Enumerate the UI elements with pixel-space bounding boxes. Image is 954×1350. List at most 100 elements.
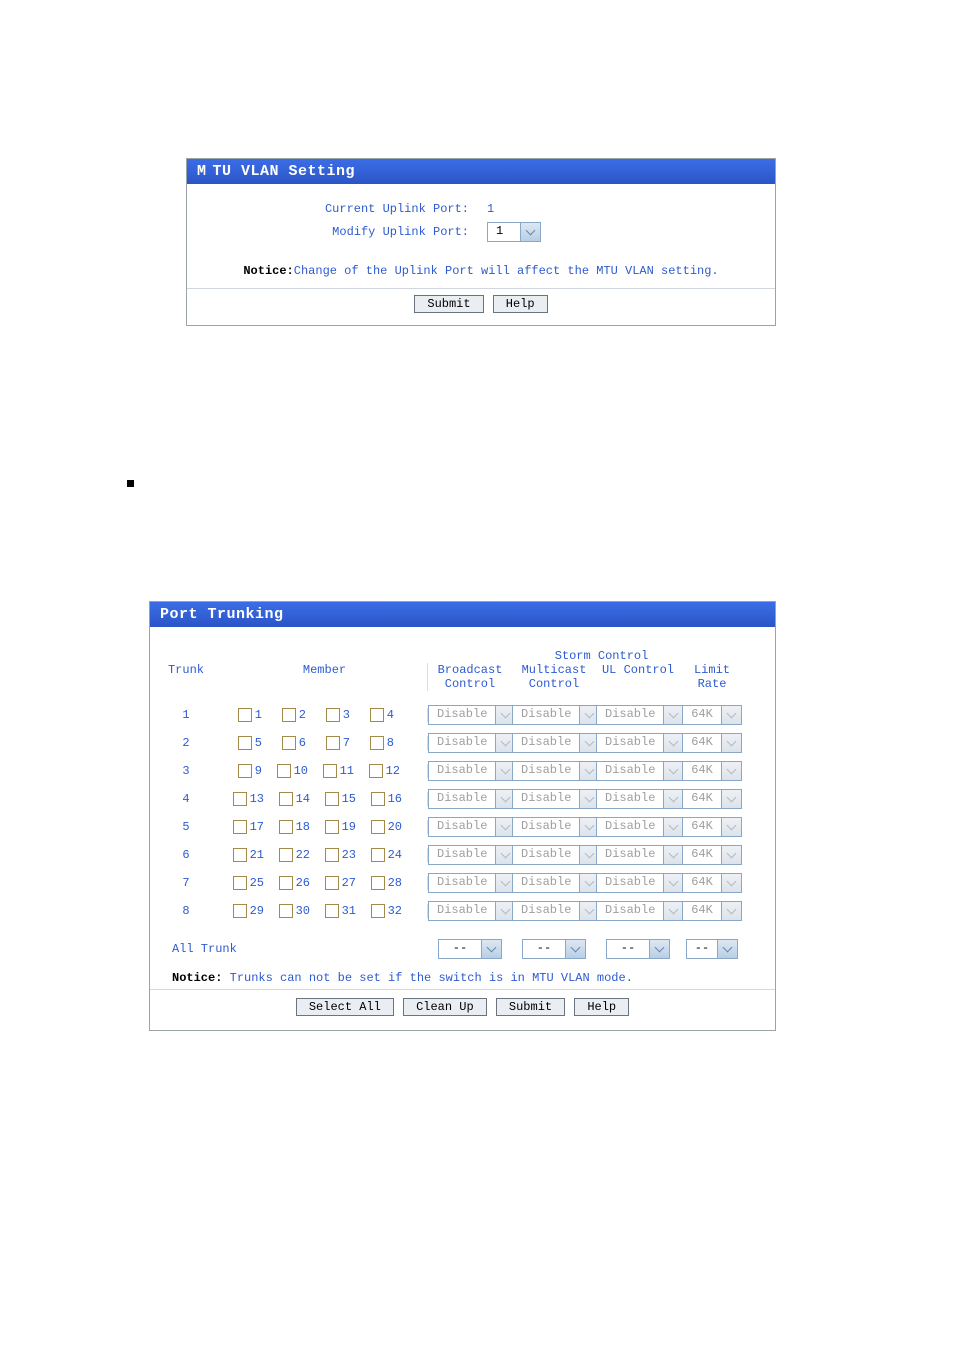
ul-select[interactable]: Disable — [596, 789, 684, 809]
limit-rate-select[interactable]: 64K — [682, 789, 742, 809]
member-port: 8 — [356, 736, 394, 750]
member-port: 27 — [316, 876, 356, 890]
broadcast-select[interactable]: Disable — [428, 901, 516, 921]
port-checkbox[interactable] — [370, 708, 384, 722]
broadcast-select[interactable]: Disable — [428, 845, 516, 865]
multicast-select[interactable]: Disable — [512, 761, 600, 781]
port-checkbox[interactable] — [233, 792, 247, 806]
member-cell: 25262728 — [222, 876, 428, 890]
member-cell: 1234 — [222, 708, 428, 722]
help-button[interactable]: Help — [493, 295, 548, 313]
member-cell: 13141516 — [222, 792, 428, 806]
port-checkbox[interactable] — [325, 904, 339, 918]
port-checkbox[interactable] — [279, 876, 293, 890]
port-checkbox[interactable] — [279, 904, 293, 918]
member-port: 12 — [360, 764, 400, 778]
ul-select[interactable]: Disable — [596, 845, 684, 865]
port-checkbox[interactable] — [238, 708, 252, 722]
port-checkbox[interactable] — [282, 708, 296, 722]
clean-up-button[interactable]: Clean Up — [403, 998, 487, 1016]
mtu-notice: Notice:Change of the Uplink Port will af… — [187, 264, 775, 278]
limit-rate-select[interactable]: 64K — [682, 733, 742, 753]
limit-rate-select[interactable]: 64K — [682, 873, 742, 893]
limit-rate-select[interactable]: 64K — [682, 761, 742, 781]
broadcast-select[interactable]: Disable — [428, 817, 516, 837]
modify-uplink-label: Modify Uplink Port: — [187, 225, 487, 239]
member-port: 9 — [224, 764, 262, 778]
limit-rate-select[interactable]: 64K — [682, 901, 742, 921]
member-port: 26 — [270, 876, 310, 890]
port-checkbox[interactable] — [233, 848, 247, 862]
port-checkbox[interactable] — [233, 904, 247, 918]
current-uplink-row: Current Uplink Port: 1 — [187, 202, 775, 216]
multicast-select[interactable]: Disable — [512, 901, 600, 921]
ul-select[interactable]: Disable — [596, 761, 684, 781]
multicast-select[interactable]: Disable — [512, 817, 600, 837]
port-checkbox[interactable] — [371, 904, 385, 918]
ul-select[interactable]: Disable — [596, 733, 684, 753]
all-trunk-ul-select[interactable]: -- — [606, 939, 670, 959]
limit-rate-select[interactable]: 64K — [682, 817, 742, 837]
broadcast-select[interactable]: Disable — [428, 761, 516, 781]
member-port: 3 — [312, 708, 350, 722]
port-number: 8 — [387, 736, 394, 750]
ul-select[interactable]: Disable — [596, 873, 684, 893]
broadcast-select[interactable]: Disable — [428, 789, 516, 809]
broadcast-select[interactable]: Disable — [428, 873, 516, 893]
multicast-select[interactable]: Disable — [512, 733, 600, 753]
select-all-button[interactable]: Select All — [296, 998, 394, 1016]
member-port: 10 — [268, 764, 308, 778]
broadcast-select[interactable]: Disable — [428, 733, 516, 753]
port-checkbox[interactable] — [371, 820, 385, 834]
ul-select[interactable]: Disable — [596, 705, 684, 725]
modify-uplink-select[interactable]: 1 — [487, 222, 541, 242]
chevron-down-icon — [520, 223, 540, 241]
chevron-down-icon — [721, 818, 741, 836]
multicast-select[interactable]: Disable — [512, 873, 600, 893]
limit-rate-select[interactable]: 64K — [682, 705, 742, 725]
multicast-select[interactable]: Disable — [512, 705, 600, 725]
port-checkbox[interactable] — [371, 876, 385, 890]
port-checkbox[interactable] — [371, 792, 385, 806]
ul-select[interactable]: Disable — [596, 901, 684, 921]
member-port: 5 — [224, 736, 262, 750]
all-trunk-multicast-select[interactable]: -- — [522, 939, 586, 959]
limit-rate-select[interactable]: 64K — [682, 845, 742, 865]
port-checkbox[interactable] — [279, 820, 293, 834]
port-checkbox[interactable] — [325, 792, 339, 806]
port-checkbox[interactable] — [282, 736, 296, 750]
port-checkbox[interactable] — [370, 736, 384, 750]
port-checkbox[interactable] — [323, 764, 337, 778]
multicast-select[interactable]: Disable — [512, 789, 600, 809]
member-port: 32 — [362, 904, 402, 918]
submit-button[interactable]: Submit — [414, 295, 483, 313]
table-row: 25678DisableDisableDisable64K — [150, 729, 775, 757]
pt-button-row: Select All Clean Up Submit Help — [150, 989, 775, 1024]
port-checkbox[interactable] — [279, 792, 293, 806]
all-trunk-broadcast-select[interactable]: -- — [438, 939, 502, 959]
port-checkbox[interactable] — [325, 876, 339, 890]
submit-button[interactable]: Submit — [496, 998, 565, 1016]
ul-select[interactable]: Disable — [596, 817, 684, 837]
port-checkbox[interactable] — [238, 764, 252, 778]
all-trunk-limit-select[interactable]: -- — [686, 939, 738, 959]
port-number: 7 — [343, 736, 350, 750]
port-checkbox[interactable] — [325, 848, 339, 862]
port-checkbox[interactable] — [326, 736, 340, 750]
broadcast-select[interactable]: Disable — [428, 705, 516, 725]
port-checkbox[interactable] — [233, 820, 247, 834]
port-checkbox[interactable] — [279, 848, 293, 862]
chevron-down-icon — [481, 940, 501, 958]
help-button[interactable]: Help — [574, 998, 629, 1016]
multicast-select[interactable]: Disable — [512, 845, 600, 865]
port-checkbox[interactable] — [233, 876, 247, 890]
port-checkbox[interactable] — [238, 736, 252, 750]
pt-panel-body: Storm Control Trunk Member Broadcast Con… — [150, 627, 775, 1030]
trunk-id: 2 — [150, 736, 222, 750]
port-checkbox[interactable] — [369, 764, 383, 778]
trunk-id: 6 — [150, 848, 222, 862]
port-checkbox[interactable] — [325, 820, 339, 834]
port-checkbox[interactable] — [371, 848, 385, 862]
port-checkbox[interactable] — [326, 708, 340, 722]
port-checkbox[interactable] — [277, 764, 291, 778]
